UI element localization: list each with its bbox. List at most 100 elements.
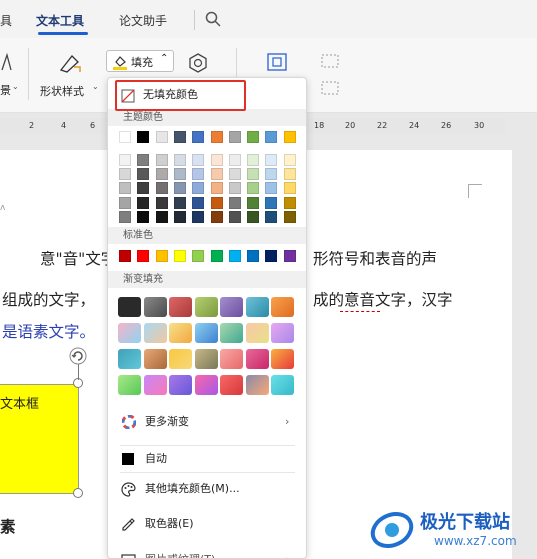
- theme-shade-swatch[interactable]: [192, 182, 205, 195]
- theme-shade-swatch[interactable]: [247, 210, 260, 223]
- theme-shade-swatch[interactable]: [192, 210, 205, 223]
- standard-color-swatch[interactable]: [192, 250, 205, 262]
- standard-color-swatch[interactable]: [119, 250, 131, 262]
- theme-shade-swatch[interactable]: [119, 168, 131, 181]
- gradient-swatch[interactable]: [118, 297, 141, 317]
- theme-shade-swatch[interactable]: [228, 210, 241, 223]
- tab-partial[interactable]: 具: [0, 12, 12, 29]
- text-box[interactable]: 文本框: [0, 384, 79, 494]
- theme-shade-swatch[interactable]: [210, 182, 223, 195]
- theme-shade-swatch[interactable]: [265, 154, 278, 166]
- theme-shade-swatch[interactable]: [210, 210, 223, 223]
- gradient-swatch[interactable]: [169, 375, 192, 395]
- theme-shade-swatch[interactable]: [283, 182, 296, 195]
- gradient-swatch[interactable]: [220, 375, 243, 395]
- standard-color-swatch[interactable]: [155, 250, 168, 262]
- gradient-swatch[interactable]: [143, 297, 167, 317]
- theme-shade-swatch[interactable]: [228, 182, 241, 195]
- theme-color-swatch[interactable]: [192, 131, 205, 143]
- standard-color-swatch[interactable]: [283, 250, 296, 262]
- theme-shade-swatch[interactable]: [137, 196, 150, 209]
- theme-shade-swatch[interactable]: [210, 154, 223, 166]
- standard-color-swatch[interactable]: [228, 250, 241, 262]
- theme-shade-swatch[interactable]: [283, 196, 296, 209]
- theme-shade-swatch[interactable]: [192, 196, 205, 209]
- standard-color-swatch[interactable]: [137, 250, 150, 262]
- theme-color-swatch[interactable]: [137, 131, 150, 143]
- theme-shade-swatch[interactable]: [228, 168, 241, 181]
- gradient-swatch[interactable]: [271, 349, 294, 369]
- rotate-handle-icon[interactable]: [69, 347, 87, 365]
- theme-shade-swatch[interactable]: [247, 182, 260, 195]
- gradient-swatch[interactable]: [220, 349, 243, 369]
- theme-shade-swatch[interactable]: [119, 210, 131, 223]
- standard-color-swatch[interactable]: [247, 250, 260, 262]
- theme-color-swatch[interactable]: [283, 131, 296, 143]
- gradient-swatch[interactable]: [245, 375, 269, 395]
- gradient-swatch[interactable]: [118, 349, 141, 369]
- gradient-swatch[interactable]: [271, 323, 294, 343]
- theme-shade-swatch[interactable]: [155, 154, 168, 166]
- gradient-swatch[interactable]: [143, 375, 167, 395]
- theme-shade-swatch[interactable]: [265, 196, 278, 209]
- theme-shade-swatch[interactable]: [247, 168, 260, 181]
- theme-shade-swatch[interactable]: [155, 196, 168, 209]
- theme-color-swatch[interactable]: [265, 131, 278, 143]
- theme-shade-swatch[interactable]: [283, 154, 296, 166]
- theme-color-swatch[interactable]: [119, 131, 131, 143]
- gradient-swatch[interactable]: [245, 349, 269, 369]
- text-frame-icon[interactable]: [266, 52, 288, 72]
- gradient-swatch[interactable]: [143, 323, 167, 343]
- gradient-swatch[interactable]: [220, 323, 243, 343]
- theme-color-swatch[interactable]: [210, 131, 223, 143]
- theme-shade-swatch[interactable]: [192, 168, 205, 181]
- theme-shade-swatch[interactable]: [119, 196, 131, 209]
- theme-shade-swatch[interactable]: [155, 210, 168, 223]
- theme-color-swatch[interactable]: [173, 131, 186, 143]
- picture-fill-item[interactable]: 图片或纹理(T) ›: [108, 548, 306, 558]
- theme-shade-swatch[interactable]: [173, 154, 186, 166]
- ribbon-label-partial[interactable]: 景: [0, 82, 11, 98]
- theme-shade-swatch[interactable]: [137, 154, 150, 166]
- gradient-swatch[interactable]: [271, 297, 294, 317]
- standard-color-swatch[interactable]: [210, 250, 223, 262]
- more-gradients-item[interactable]: 更多渐变 ›: [108, 410, 306, 434]
- theme-color-swatch[interactable]: [228, 131, 241, 143]
- group-icon[interactable]: [320, 80, 340, 96]
- theme-shade-swatch[interactable]: [265, 168, 278, 181]
- theme-shade-swatch[interactable]: [265, 182, 278, 195]
- standard-color-swatch[interactable]: [265, 250, 278, 262]
- theme-shade-swatch[interactable]: [210, 168, 223, 181]
- theme-shade-swatch[interactable]: [247, 154, 260, 166]
- theme-shade-swatch[interactable]: [283, 210, 296, 223]
- shape-style-button[interactable]: 形状样式: [40, 83, 84, 99]
- theme-shade-swatch[interactable]: [265, 210, 278, 223]
- gradient-swatch[interactable]: [169, 349, 192, 369]
- align-icon[interactable]: [320, 53, 340, 69]
- theme-shade-swatch[interactable]: [173, 196, 186, 209]
- gradient-swatch[interactable]: [118, 375, 141, 395]
- gradient-swatch[interactable]: [245, 297, 269, 317]
- theme-shade-swatch[interactable]: [155, 168, 168, 181]
- theme-shade-swatch[interactable]: [192, 154, 205, 166]
- theme-shade-swatch[interactable]: [173, 168, 186, 181]
- theme-shade-swatch[interactable]: [155, 182, 168, 195]
- gradient-swatch[interactable]: [169, 323, 192, 343]
- fill-button[interactable]: 填充 ⌃: [106, 50, 174, 72]
- theme-shade-swatch[interactable]: [173, 182, 186, 195]
- theme-shade-swatch[interactable]: [228, 154, 241, 166]
- eyedropper-item[interactable]: 取色器(E): [108, 512, 306, 536]
- theme-shade-swatch[interactable]: [228, 196, 241, 209]
- standard-color-swatch[interactable]: [173, 250, 186, 262]
- theme-shade-swatch[interactable]: [247, 196, 260, 209]
- tab-thesis-assistant[interactable]: 论文助手: [119, 12, 167, 29]
- theme-shade-swatch[interactable]: [137, 210, 150, 223]
- gradient-swatch[interactable]: [143, 349, 167, 369]
- gradient-swatch[interactable]: [220, 297, 243, 317]
- theme-shade-swatch[interactable]: [137, 182, 150, 195]
- theme-color-swatch[interactable]: [155, 131, 168, 143]
- gradient-swatch[interactable]: [194, 323, 218, 343]
- theme-shade-swatch[interactable]: [137, 168, 150, 181]
- gradient-swatch[interactable]: [118, 323, 141, 343]
- gradient-swatch[interactable]: [194, 375, 218, 395]
